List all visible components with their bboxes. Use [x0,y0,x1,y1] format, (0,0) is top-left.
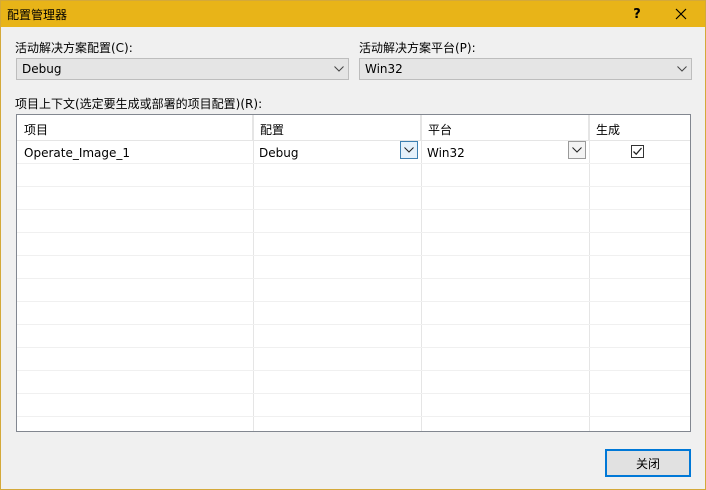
row-divider [17,232,690,233]
column-header-project[interactable]: 项目 [17,115,253,140]
close-window-button[interactable] [661,1,701,27]
row-divider [17,186,690,187]
close-dialog-button[interactable]: 关闭 [605,449,691,477]
build-checkbox[interactable] [631,145,644,158]
project-context-grid: 项目 配置 平台 生成 Operate_Image_1 Debug Win32 [16,114,691,432]
chevron-down-icon [404,147,414,153]
solution-config-label: 活动解决方案配置(C): [15,41,133,55]
chevron-down-icon [334,63,344,75]
row-divider [17,393,690,394]
solution-platform-value: Win32 [365,62,403,76]
column-header-platform[interactable]: 平台 [421,115,589,140]
project-platform-cell[interactable]: Win32 [427,146,465,160]
checkmark-icon [633,147,642,156]
chevron-down-icon [677,63,687,75]
solution-platform-combobox[interactable]: Win32 [359,58,692,80]
row-divider [17,347,690,348]
project-config-dropdown-button[interactable] [400,141,418,159]
help-button[interactable]: ? [617,1,657,27]
column-header-build[interactable]: 生成 [589,115,689,140]
chevron-down-icon [572,147,582,153]
column-header-config[interactable]: 配置 [253,115,421,140]
row-divider [17,140,690,141]
row-divider [17,209,690,210]
project-config-cell[interactable]: Debug [259,146,298,160]
row-divider [17,301,690,302]
window-title: 配置管理器 [7,8,68,22]
project-context-label: 项目上下文(选定要生成或部署的项目配置)(R): [15,97,263,111]
close-icon [675,8,687,20]
configuration-manager-dialog: 配置管理器 ? 活动解决方案配置(C): Debug 活动解决方案平台(P): … [0,0,706,490]
solution-config-value: Debug [22,62,62,76]
row-divider [17,416,690,417]
solution-platform-label: 活动解决方案平台(P): [359,41,476,55]
row-divider [17,278,690,279]
solution-config-combobox[interactable]: Debug [16,58,349,80]
row-divider [17,255,690,256]
title-bar[interactable]: 配置管理器 ? [1,1,705,27]
row-divider [17,324,690,325]
project-name-cell[interactable]: Operate_Image_1 [24,146,130,160]
project-platform-dropdown-button[interactable] [568,141,586,159]
row-divider [17,370,690,371]
row-divider [17,163,690,164]
